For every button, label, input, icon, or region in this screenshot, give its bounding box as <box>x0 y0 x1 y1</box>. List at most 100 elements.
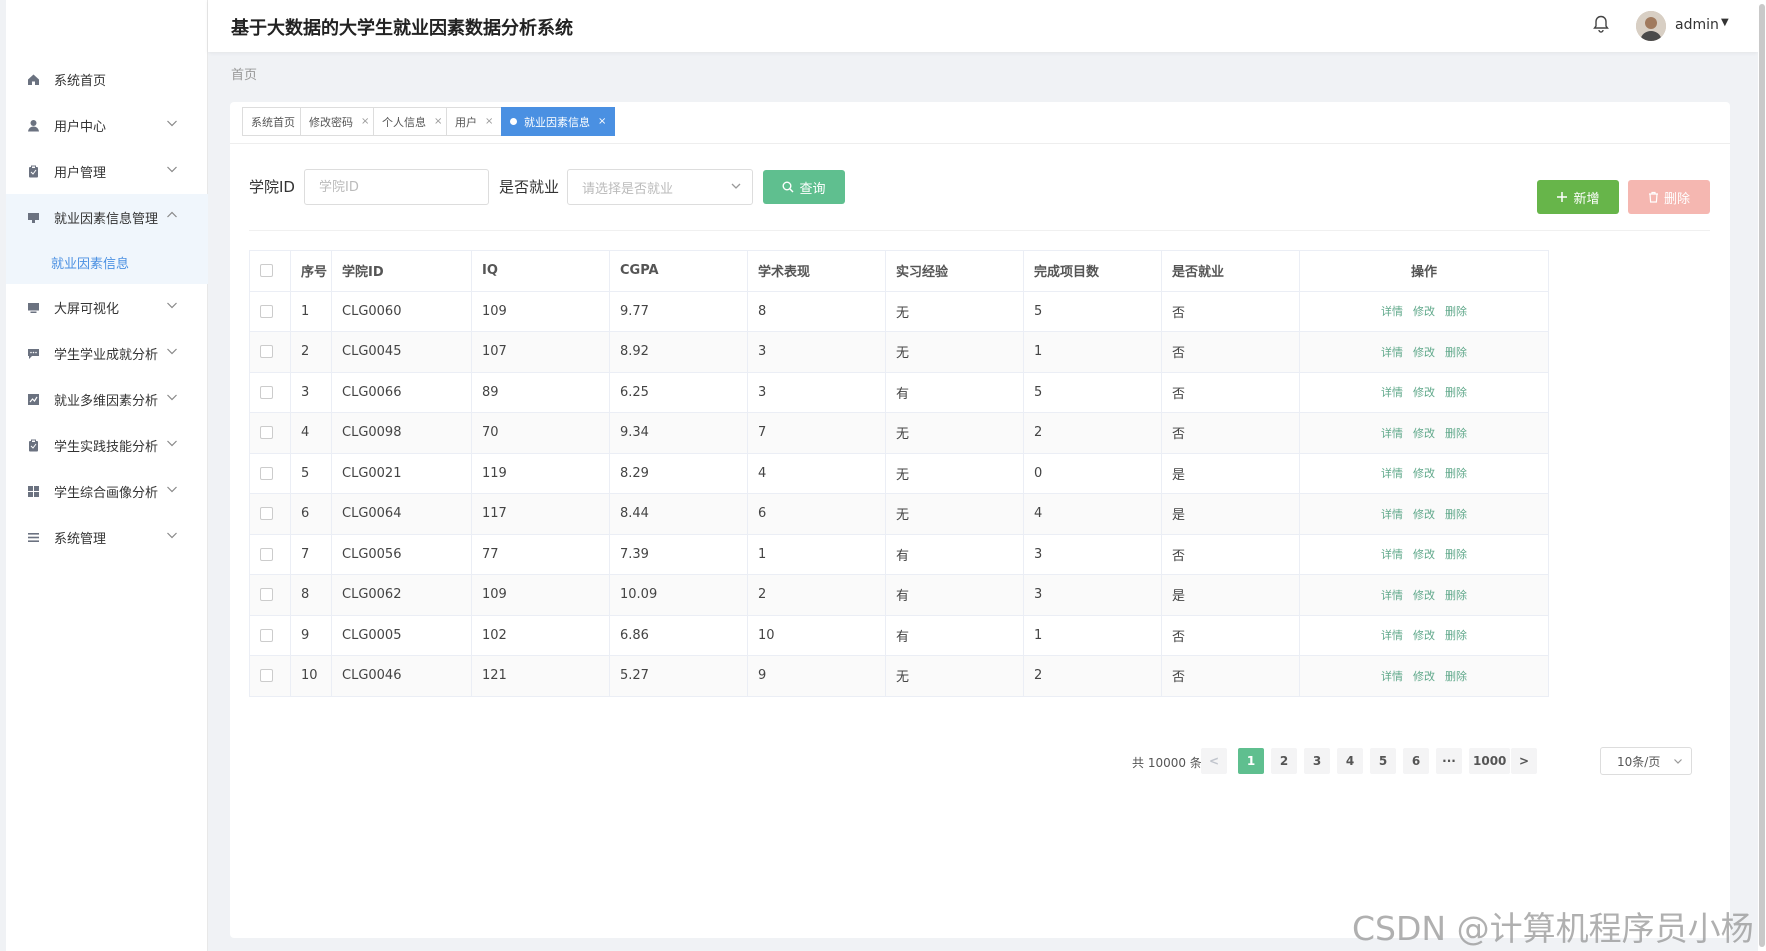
tab-2[interactable]: 修改密码 × <box>300 107 379 136</box>
bell-icon[interactable] <box>1593 15 1609 37</box>
sidebar-item-label: 系统首页 <box>54 73 107 89</box>
close-icon[interactable]: × <box>434 116 442 127</box>
detail-link[interactable]: 详情 <box>1381 386 1403 399</box>
close-icon[interactable]: × <box>485 116 493 127</box>
table-cell: 107 <box>471 331 610 373</box>
table-cell: CLG0056 <box>331 533 472 575</box>
page-button[interactable]: 2 <box>1271 748 1297 774</box>
detail-link[interactable]: 详情 <box>1381 629 1403 642</box>
edit-link[interactable]: 修改 <box>1413 589 1435 602</box>
tab-3[interactable]: 个人信息 × <box>373 107 452 136</box>
table-cell: 1 <box>290 290 332 332</box>
edit-link[interactable]: 修改 <box>1413 346 1435 359</box>
delete-button-label: 删除 <box>1663 191 1690 207</box>
add-button[interactable]: 新增 <box>1537 180 1619 214</box>
select-all-checkbox[interactable] <box>260 264 273 278</box>
page-button[interactable]: 5 <box>1370 748 1396 774</box>
edit-link[interactable]: 修改 <box>1413 427 1435 440</box>
delete-link[interactable]: 删除 <box>1445 346 1467 359</box>
table-cell: 否 <box>1161 655 1300 697</box>
delete-link[interactable]: 删除 <box>1445 548 1467 561</box>
detail-link[interactable]: 详情 <box>1381 467 1403 480</box>
delete-button[interactable]: 删除 <box>1628 180 1710 214</box>
delete-link[interactable]: 删除 <box>1445 386 1467 399</box>
edit-link[interactable]: 修改 <box>1413 305 1435 318</box>
close-icon[interactable]: × <box>598 116 606 127</box>
edit-link[interactable]: 修改 <box>1413 467 1435 480</box>
edit-link[interactable]: 修改 <box>1413 386 1435 399</box>
sidebar-item-1[interactable]: 系统首页 <box>6 56 208 102</box>
delete-link[interactable]: 删除 <box>1445 670 1467 683</box>
table-row: 7 CLG0056 77 7.39 1 有 3 否详情 修改 删除 <box>249 533 1549 575</box>
tab-5[interactable]: 就业因素信息 × <box>501 107 616 136</box>
delete-link[interactable]: 删除 <box>1445 467 1467 480</box>
edit-link[interactable]: 修改 <box>1413 508 1435 521</box>
detail-link[interactable]: 详情 <box>1381 346 1403 359</box>
row-checkbox[interactable] <box>260 426 273 440</box>
delete-link[interactable]: 删除 <box>1445 629 1467 642</box>
row-checkbox[interactable] <box>260 588 273 602</box>
query-button[interactable]: 查询 <box>763 170 845 204</box>
row-checkbox[interactable] <box>260 385 273 399</box>
table-cell: 2 <box>290 331 332 373</box>
column-header: 操作 <box>1299 250 1549 292</box>
row-checkbox[interactable] <box>260 345 273 359</box>
detail-link[interactable]: 详情 <box>1381 548 1403 561</box>
tab-label: 修改密码 <box>309 115 353 129</box>
row-checkbox[interactable] <box>260 547 273 561</box>
row-checkbox[interactable] <box>260 628 273 642</box>
chevron-down-icon <box>166 529 178 545</box>
sidebar-item-9[interactable]: 学生综合画像分析 <box>6 468 208 514</box>
sidebar-item-3[interactable]: 用户管理 <box>6 148 208 194</box>
chevron-down-icon <box>166 299 178 315</box>
tab-4[interactable]: 用户 × <box>446 107 503 136</box>
active-dot-icon <box>510 118 517 125</box>
college-id-input[interactable] <box>304 169 489 205</box>
sidebar-item-2[interactable]: 用户中心 <box>6 102 208 148</box>
row-checkbox[interactable] <box>260 507 273 521</box>
breadcrumb[interactable]: 首页 <box>231 64 257 83</box>
edit-link[interactable]: 修改 <box>1413 629 1435 642</box>
table-cell: 1 <box>1023 331 1162 373</box>
prev-page-button[interactable]: < <box>1201 748 1227 774</box>
delete-link[interactable]: 删除 <box>1445 427 1467 440</box>
delete-link[interactable]: 删除 <box>1445 305 1467 318</box>
scrollbar-thumb[interactable] <box>1759 4 1765 947</box>
table-row: 6 CLG0064 117 8.44 6 无 4 是详情 修改 删除 <box>249 493 1549 535</box>
page-button[interactable]: 1000 <box>1469 748 1511 774</box>
user-name[interactable]: admin <box>1675 17 1719 33</box>
avatar[interactable] <box>1636 11 1666 41</box>
detail-link[interactable]: 详情 <box>1381 427 1403 440</box>
more-pages-button[interactable]: ··· <box>1436 748 1462 774</box>
employed-select[interactable]: 请选择是否就业 <box>567 169 753 205</box>
detail-link[interactable]: 详情 <box>1381 508 1403 521</box>
sidebar-item-4[interactable]: 就业因素信息管理 <box>6 194 208 240</box>
edit-link[interactable]: 修改 <box>1413 548 1435 561</box>
sidebar-item-6[interactable]: 学生学业成就分析 <box>6 330 208 376</box>
page-button[interactable]: 6 <box>1403 748 1429 774</box>
table-cell: 2 <box>747 574 886 616</box>
sidebar-item-10[interactable]: 系统管理 <box>6 514 208 560</box>
submenu-item-employment-info[interactable]: 就业因素信息 <box>6 240 208 284</box>
row-checkbox[interactable] <box>260 466 273 480</box>
next-page-button[interactable]: > <box>1511 748 1537 774</box>
edit-link[interactable]: 修改 <box>1413 670 1435 683</box>
page-button[interactable]: 3 <box>1304 748 1330 774</box>
page-size-select[interactable]: 10条/页 <box>1600 747 1692 775</box>
detail-link[interactable]: 详情 <box>1381 589 1403 602</box>
row-checkbox[interactable] <box>260 304 273 318</box>
caret-down-icon[interactable]: ▼ <box>1721 17 1729 28</box>
sidebar-item-5[interactable]: 大屏可视化 <box>6 284 208 330</box>
row-checkbox[interactable] <box>260 669 273 683</box>
detail-link[interactable]: 详情 <box>1381 670 1403 683</box>
page-button[interactable]: 4 <box>1337 748 1363 774</box>
detail-link[interactable]: 详情 <box>1381 305 1403 318</box>
page-button[interactable]: 1 <box>1238 748 1264 774</box>
sidebar-item-7[interactable]: 就业多维因素分析 <box>6 376 208 422</box>
table-cell: 无 <box>885 290 1024 332</box>
close-icon[interactable]: × <box>361 116 369 127</box>
delete-link[interactable]: 删除 <box>1445 508 1467 521</box>
delete-link[interactable]: 删除 <box>1445 589 1467 602</box>
tab-1[interactable]: 系统首页 <box>242 107 304 136</box>
sidebar-item-8[interactable]: 学生实践技能分析 <box>6 422 208 468</box>
